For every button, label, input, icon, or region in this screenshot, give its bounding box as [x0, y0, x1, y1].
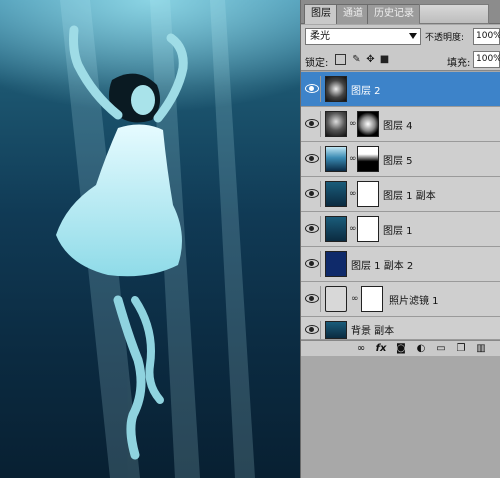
- layer-name: 背景 副本: [351, 326, 395, 337]
- chevron-down-icon: [409, 33, 417, 39]
- layer-name: 图层 2: [351, 86, 381, 97]
- layer-row[interactable]: 图层 2: [301, 72, 500, 107]
- adjustment-icon[interactable]: ◐: [415, 343, 427, 355]
- link-chain-icon: ∞: [349, 224, 357, 234]
- layer-thumbnail: [325, 216, 347, 242]
- fx-icon[interactable]: fx: [375, 343, 387, 355]
- panel-menu-area: [419, 4, 489, 24]
- visibility-toggle[interactable]: [303, 321, 321, 339]
- layer-thumbnail: [325, 181, 347, 207]
- layer-thumbnail: [325, 111, 347, 137]
- lock-move-icon[interactable]: ✥: [365, 54, 376, 65]
- tab-channels[interactable]: 通道: [336, 4, 370, 24]
- underwater-photo: [0, 0, 300, 478]
- opacity-input[interactable]: 100%: [473, 28, 500, 45]
- layer-thumbnail: [325, 76, 347, 102]
- link-chain-icon: ∞: [349, 189, 357, 199]
- mask-thumbnail: [361, 286, 383, 312]
- layers-bottom-bar: ∞ fx ◙ ◐ ▭ ❐ ▥: [301, 340, 500, 356]
- visibility-toggle[interactable]: [303, 76, 321, 102]
- lock-paint-icon[interactable]: ✎: [351, 54, 362, 65]
- layer-row[interactable]: 图层 1 副本 2: [301, 247, 500, 282]
- lock-transparency-icon[interactable]: [335, 54, 346, 65]
- eye-icon: [305, 154, 319, 163]
- layer-thumbnail: [325, 321, 347, 339]
- layer-name: 图层 1 副本 2: [351, 261, 414, 272]
- folder-icon[interactable]: ▭: [435, 343, 447, 355]
- layers-list: 图层 2 ∞ 图层 4 ∞ 图层 5 ∞ 图层 1 副本 ∞ 图层 1 图层 1…: [301, 72, 500, 340]
- layers-panel: 图层 通道 历史记录 柔光 不透明度: 100% 锁定: ✎ ✥ ■ 填充: 1…: [300, 0, 500, 478]
- eye-icon: [305, 189, 319, 198]
- fill-input[interactable]: 100%: [473, 51, 500, 68]
- mask-thumbnail: [357, 111, 379, 137]
- adjustment-thumbnail: [325, 286, 347, 312]
- blend-row: 柔光 不透明度: 100%: [301, 25, 500, 49]
- layer-name: 图层 1: [383, 226, 413, 237]
- link-icon[interactable]: ∞: [355, 343, 367, 355]
- eye-icon: [305, 84, 319, 93]
- layer-row[interactable]: ∞ 图层 1: [301, 212, 500, 247]
- new-layer-icon[interactable]: ❐: [455, 343, 467, 355]
- visibility-toggle[interactable]: [303, 146, 321, 172]
- opacity-label: 不透明度:: [425, 33, 465, 43]
- panel-tabs: 图层 通道 历史记录: [301, 0, 500, 24]
- eye-icon: [305, 325, 319, 334]
- eye-icon: [305, 294, 319, 303]
- layer-row[interactable]: ∞ 图层 1 副本: [301, 177, 500, 212]
- visibility-toggle[interactable]: [303, 181, 321, 207]
- blend-mode-select[interactable]: 柔光: [305, 28, 421, 45]
- trash-icon[interactable]: ▥: [475, 343, 487, 355]
- layer-name: 图层 1 副本: [383, 191, 436, 202]
- blend-mode-value: 柔光: [310, 31, 330, 42]
- layer-name: 图层 4: [383, 121, 413, 132]
- mask-thumbnail: [357, 146, 379, 172]
- visibility-toggle[interactable]: [303, 216, 321, 242]
- link-chain-icon: ∞: [349, 154, 357, 164]
- lock-row: 锁定: ✎ ✥ ■ 填充: 100%: [301, 49, 500, 71]
- layer-thumbnail: [325, 146, 347, 172]
- mask-thumbnail: [357, 181, 379, 207]
- layer-name: 照片滤镜 1: [389, 296, 439, 307]
- lock-all-icon[interactable]: ■: [379, 54, 390, 65]
- fill-label: 填充:: [447, 58, 471, 69]
- layer-row[interactable]: 背景 副本: [301, 317, 500, 340]
- layer-name: 图层 5: [383, 156, 413, 167]
- eye-icon: [305, 119, 319, 128]
- eye-icon: [305, 224, 319, 233]
- document-canvas[interactable]: [0, 0, 300, 478]
- lock-label: 锁定:: [305, 58, 329, 69]
- eye-icon: [305, 259, 319, 268]
- layer-thumbnail: [325, 251, 347, 277]
- visibility-toggle[interactable]: [303, 251, 321, 277]
- layer-row[interactable]: ∞ 图层 5: [301, 142, 500, 177]
- visibility-toggle[interactable]: [303, 286, 321, 312]
- layer-row[interactable]: ∞ 照片滤镜 1: [301, 282, 500, 317]
- visibility-toggle[interactable]: [303, 111, 321, 137]
- link-chain-icon: ∞: [349, 119, 357, 129]
- link-chain-icon: ∞: [351, 294, 359, 304]
- mask-thumbnail: [357, 216, 379, 242]
- tab-history[interactable]: 历史记录: [367, 4, 421, 24]
- layer-row[interactable]: ∞ 图层 4: [301, 107, 500, 142]
- tab-layers[interactable]: 图层: [304, 4, 338, 24]
- mask-icon[interactable]: ◙: [395, 343, 407, 355]
